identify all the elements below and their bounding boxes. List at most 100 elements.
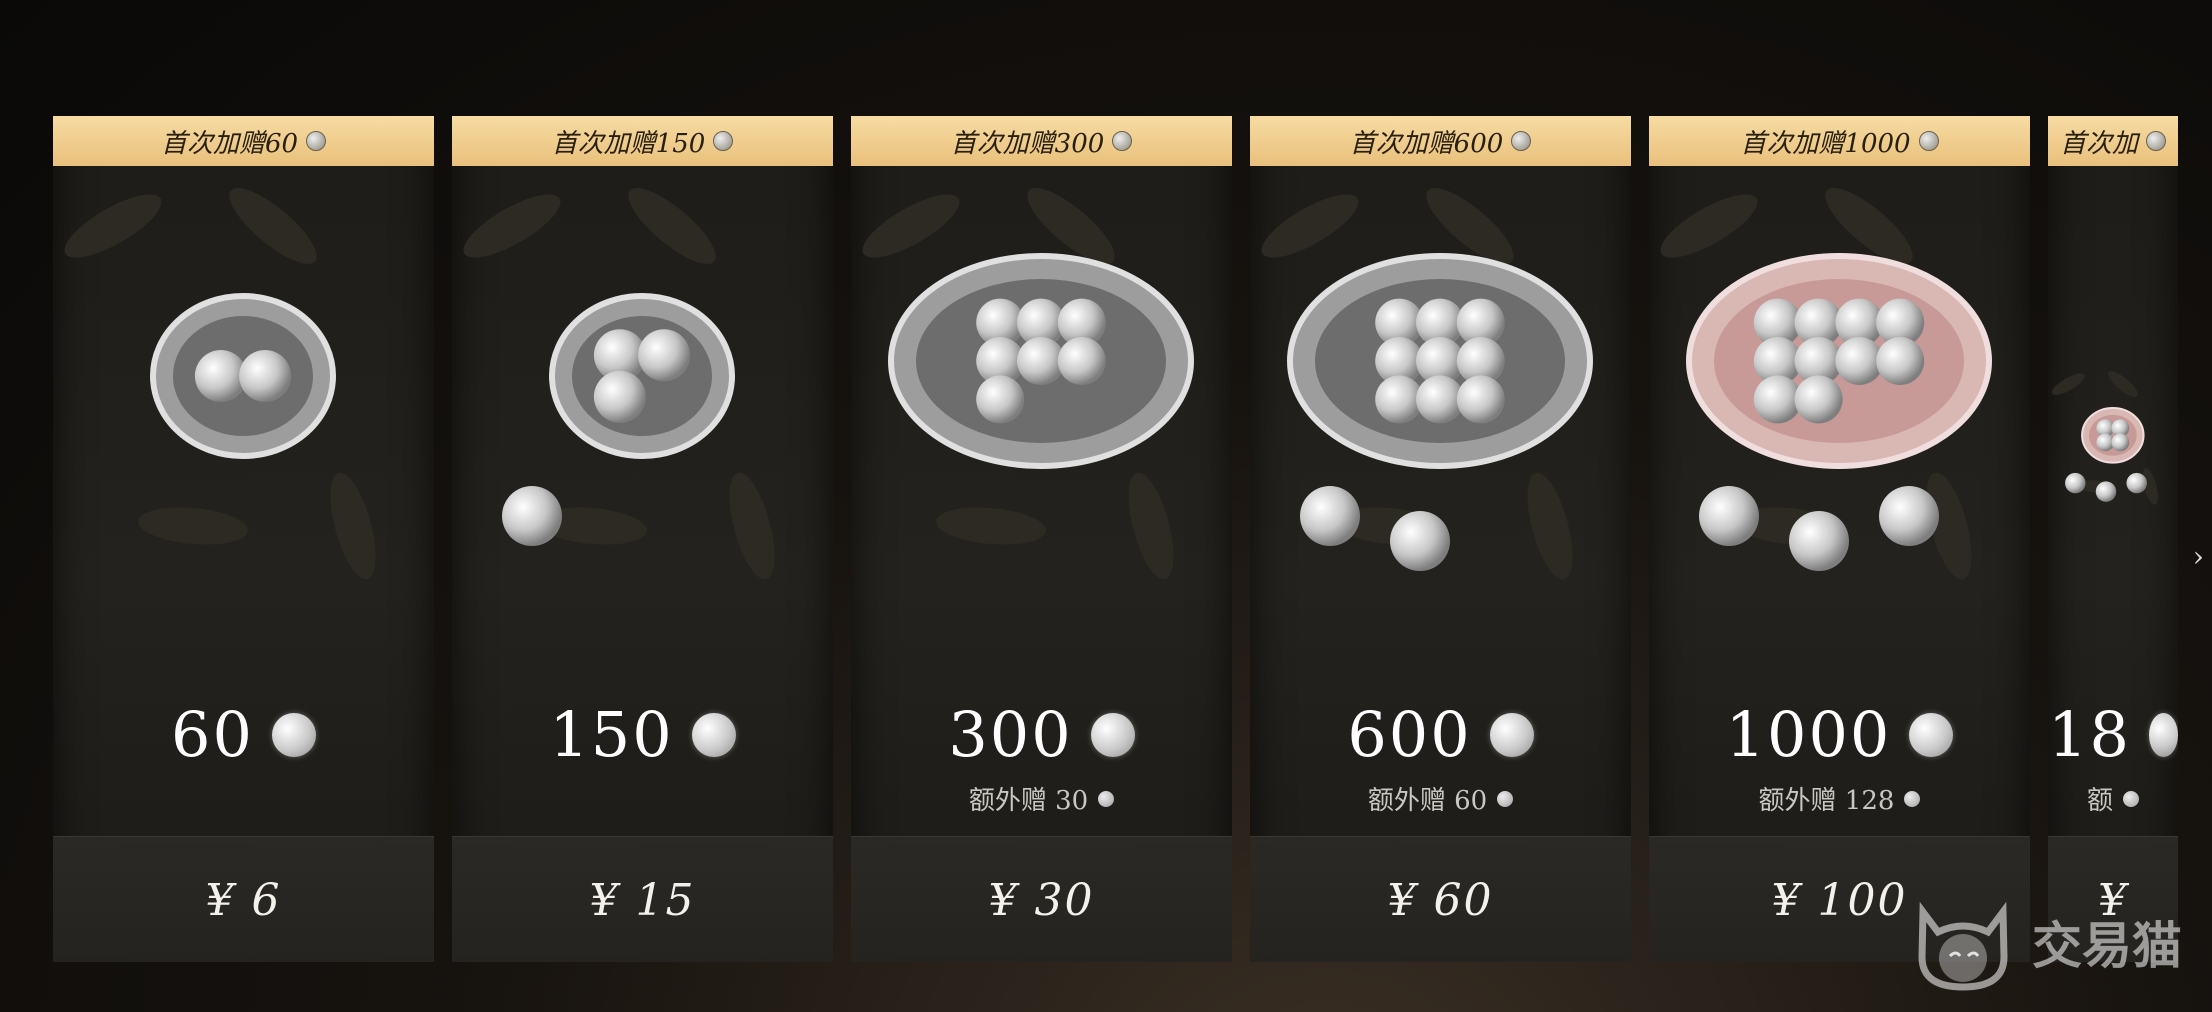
pearl	[1794, 375, 1843, 424]
recharge-option-card[interactable]: 首次加赠600 600 额外赠 60 ¥ 60	[1250, 116, 1631, 962]
amount-value: 150	[549, 698, 674, 771]
price-label: ¥ 60	[1387, 874, 1494, 926]
pearl-currency-icon	[2148, 712, 2178, 757]
pearl-coin-icon	[1511, 131, 1532, 151]
pearl	[593, 370, 646, 423]
shell-pearl-illustration	[463, 188, 775, 580]
leaf-decoration	[2051, 373, 2086, 395]
pearl	[2111, 433, 2130, 452]
price-label: ¥ 15	[589, 874, 696, 926]
loose-pearl	[1300, 486, 1360, 546]
shell-inner	[572, 316, 712, 436]
first-bonus-banner: 首次加赠60	[53, 116, 434, 166]
first-bonus-banner: 首次加赠150	[452, 116, 833, 166]
pearl	[638, 329, 691, 382]
purchase-button[interactable]: ¥ 60	[1250, 836, 1631, 962]
loose-pearl	[2065, 472, 2086, 494]
pearl	[976, 375, 1025, 424]
bonus-label: 额外赠 128	[1758, 786, 1895, 816]
pearl-coin-icon	[713, 131, 734, 151]
recharge-option-card[interactable]: 首次加赠300 300 额外赠 30 ¥ 30	[851, 116, 1232, 962]
amount-value: 600	[1347, 698, 1472, 771]
amount-value: 60	[171, 698, 254, 771]
loose-pearl	[2095, 481, 2117, 502]
leaf-decoration	[64, 194, 162, 258]
purchase-button[interactable]: ¥ 15	[452, 836, 833, 962]
pearl-currency-icon	[691, 712, 736, 757]
purchase-button[interactable]: ¥ 6	[53, 836, 434, 962]
first-bonus-banner: 首次加赠600	[1250, 116, 1631, 166]
price-label: ¥ 100	[1771, 874, 1908, 926]
scroll-right-arrow-icon[interactable]: ›	[2193, 540, 2204, 573]
watermark: 交易猫	[1908, 892, 2182, 992]
pearl-amount: 300	[851, 698, 1232, 771]
leaf-decoration	[2108, 371, 2138, 398]
pearl	[1456, 375, 1505, 424]
shell-pearl-illustration	[1261, 188, 1593, 580]
shell-pearl-illustration	[64, 188, 376, 580]
pearl-currency-icon	[1497, 790, 1514, 807]
extra-bonus: 额	[2048, 780, 2178, 817]
banner-label: 首次加赠150	[551, 128, 706, 159]
loose-pearl	[1390, 511, 1450, 571]
pearl	[239, 350, 292, 402]
pearl-coin-icon	[1112, 131, 1133, 151]
pearl-currency-icon	[2123, 790, 2139, 807]
pearl-currency-icon	[1489, 712, 1534, 757]
shell-inner	[2088, 414, 2137, 456]
first-bonus-banner: 首次加	[2048, 116, 2178, 166]
pearl-coin-icon	[1918, 131, 1939, 151]
amount-value: 300	[948, 698, 1073, 771]
shell-pearl-illustration	[862, 188, 1194, 580]
leaf-decoration	[1660, 194, 1758, 258]
banner-label: 首次加赠300	[950, 128, 1105, 159]
leaf-decoration	[729, 472, 775, 580]
pearl-amount: 18	[2048, 698, 2178, 771]
leaf-decoration	[1261, 194, 1359, 258]
amount-value: 1000	[1725, 698, 1892, 771]
leaf-decoration	[463, 194, 561, 258]
first-bonus-banner: 首次加赠300	[851, 116, 1232, 166]
loose-pearl	[1699, 486, 1759, 546]
extra-bonus: 额外赠 30	[851, 780, 1232, 817]
shell-pearl-illustration	[1660, 188, 1992, 580]
pearl	[1876, 337, 1925, 385]
extra-bonus: 额外赠 60	[1250, 780, 1631, 817]
loose-pearl	[1879, 486, 1939, 546]
bonus-label: 额外赠 60	[1367, 786, 1488, 816]
pearl-coin-icon	[306, 131, 327, 151]
recharge-option-card[interactable]: 首次加赠60 60 ¥ 6	[53, 116, 434, 962]
banner-label: 首次加赠1000	[1740, 128, 1911, 159]
leaf-decoration	[138, 507, 248, 545]
extra-bonus: 额外赠 128	[1649, 780, 2030, 817]
banner-label: 首次加赠60	[160, 128, 299, 159]
recharge-option-card[interactable]: 首次加赠1000 1000 额外赠 128 ¥ 100	[1649, 116, 2030, 962]
leaf-decoration	[229, 188, 317, 264]
purchase-button[interactable]: ¥ 30	[851, 836, 1232, 962]
pearl-amount: 600	[1250, 698, 1631, 771]
recharge-option-card[interactable]: 首次加 18 额 ¥	[2048, 116, 2178, 962]
cat-icon	[1918, 901, 2008, 991]
leaf-decoration	[936, 507, 1046, 545]
pearl-amount: 150	[452, 698, 833, 771]
pearl-currency-icon	[1090, 712, 1135, 757]
leaf-decoration	[1128, 472, 1174, 580]
banner-label: 首次加赠600	[1349, 128, 1504, 159]
banner-label: 首次加	[2059, 128, 2138, 159]
first-bonus-banner: 首次加赠1000	[1649, 116, 2030, 166]
pearl-amount: 60	[53, 698, 434, 771]
bonus-label: 额外赠 30	[968, 786, 1089, 816]
recharge-option-card[interactable]: 首次加赠150 150 ¥ 15	[452, 116, 833, 962]
loose-pearl	[502, 486, 562, 546]
pearl-amount: 1000	[1649, 698, 2030, 771]
loose-pearl	[1789, 511, 1849, 571]
leaf-decoration	[330, 472, 376, 580]
pearl-currency-icon	[1098, 790, 1115, 807]
pearl	[194, 350, 247, 402]
pearl	[1057, 337, 1106, 385]
leaf-decoration	[862, 194, 960, 258]
pearl-currency-icon	[1909, 712, 1954, 757]
price-label: ¥ 30	[988, 874, 1095, 926]
watermark-text: 交易猫	[2032, 917, 2182, 975]
pearl-currency-icon	[1904, 790, 1921, 807]
